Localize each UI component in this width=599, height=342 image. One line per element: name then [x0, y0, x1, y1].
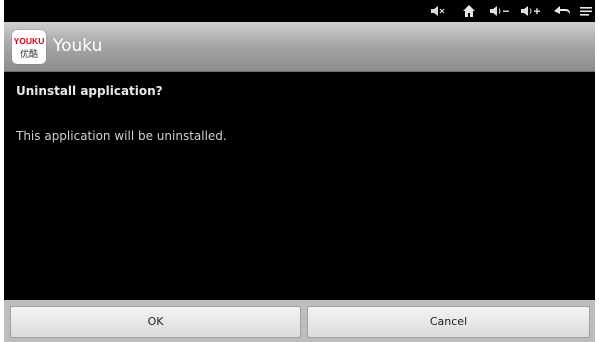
volume-down-icon[interactable]: [489, 3, 511, 19]
youku-app-icon: YOUKU 优酷: [12, 30, 46, 64]
youku-logo-subtext: 优酷: [20, 48, 38, 60]
dialog-heading: Uninstall application?: [16, 84, 163, 98]
menu-icon[interactable]: [579, 3, 593, 19]
status-bar: [4, 0, 595, 22]
app-title: Youku: [53, 36, 103, 56]
dialog-button-bar: OK Cancel: [4, 300, 595, 342]
youku-logo-text: YOUKU: [14, 36, 45, 46]
title-bar: YOUKU 优酷 Youku: [4, 22, 595, 72]
ok-button[interactable]: OK: [10, 306, 301, 338]
device-screen: YOUKU 优酷 Youku Uninstall application? Th…: [4, 0, 595, 342]
dialog-message: This application will be uninstalled.: [16, 129, 227, 143]
home-icon[interactable]: [462, 3, 476, 19]
cancel-button[interactable]: Cancel: [307, 306, 590, 338]
youku-logo-icon: YOUKU 优酷: [14, 36, 45, 60]
volume-up-icon[interactable]: [520, 3, 542, 19]
mute-icon[interactable]: [429, 3, 445, 19]
back-icon[interactable]: [553, 3, 571, 19]
